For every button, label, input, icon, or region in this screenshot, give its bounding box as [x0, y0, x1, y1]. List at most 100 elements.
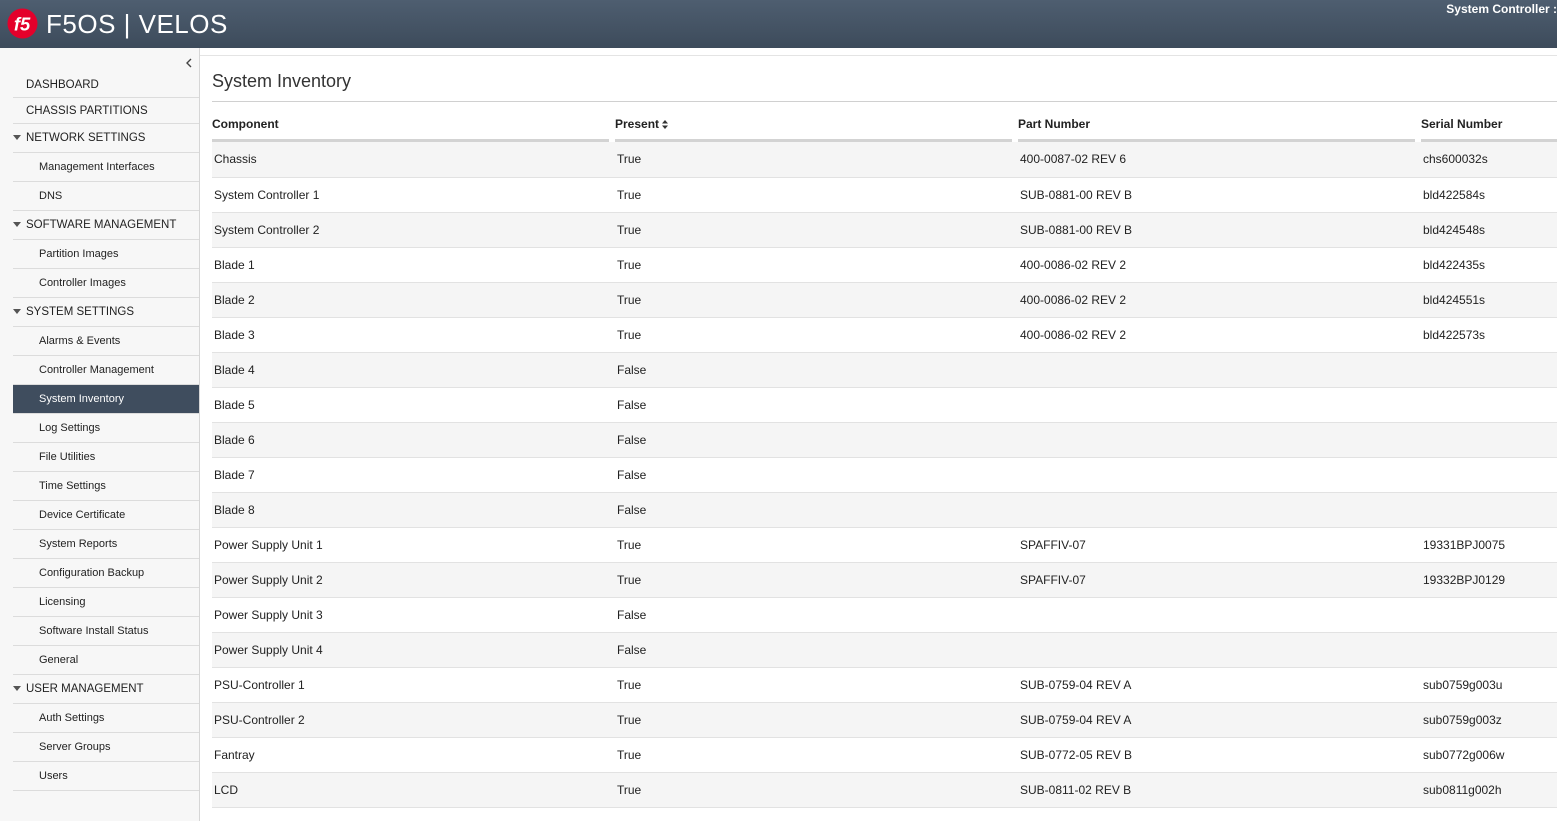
sidebar-item-dashboard[interactable]: DASHBOARD — [13, 72, 199, 98]
caret-down-icon[interactable] — [13, 222, 21, 227]
cell-part-number — [1018, 597, 1421, 633]
cell-part-number — [1018, 632, 1421, 668]
cell-component: PSU-Controller 2 — [212, 702, 615, 738]
sidebar-item-label: DASHBOARD — [26, 79, 99, 91]
cell-component: Blade 4 — [212, 352, 615, 388]
sidebar-item-label: NETWORK SETTINGS — [26, 132, 146, 144]
cell-serial-number: sub0759g003u — [1421, 667, 1557, 703]
sidebar-item-system-reports[interactable]: System Reports — [13, 530, 199, 559]
sidebar-item-controller-management[interactable]: Controller Management — [13, 356, 199, 385]
cell-serial-number: bld422584s — [1421, 177, 1557, 213]
cell-part-number: 400-0086-02 REV 2 — [1018, 282, 1421, 318]
column-header-present[interactable]: Present — [615, 112, 1018, 142]
main-content: System Inventory Component Present Part … — [200, 55, 1557, 821]
cell-present: True — [615, 142, 1018, 178]
cell-present: True — [615, 737, 1018, 773]
cell-present: False — [615, 457, 1018, 493]
sidebar-item-configuration-backup[interactable]: Configuration Backup — [13, 559, 199, 588]
sidebar-nav: DASHBOARD CHASSIS PARTITIONS NETWORK SETTI… — [0, 72, 199, 791]
sidebar-item-dns[interactable]: DNS — [13, 182, 199, 211]
cell-present: True — [615, 317, 1018, 353]
sidebar-item-log-settings[interactable]: Log Settings — [13, 414, 199, 443]
table-row: Power Supply Unit 3 False — [212, 597, 1557, 633]
sidebar-item-controller-images[interactable]: Controller Images — [13, 269, 199, 298]
cell-part-number: SUB-0759-04 REV A — [1018, 702, 1421, 738]
cell-part-number: SUB-0772-05 REV B — [1018, 737, 1421, 773]
sidebar-item-label: Configuration Backup — [39, 567, 145, 579]
cell-present: False — [615, 597, 1018, 633]
cell-serial-number: bld424551s — [1421, 282, 1557, 318]
sidebar-item-chassis-partitions[interactable]: CHASSIS PARTITIONS — [13, 98, 199, 124]
cell-present: False — [615, 352, 1018, 388]
cell-present: True — [615, 177, 1018, 213]
cell-present: False — [615, 632, 1018, 668]
sidebar-item-licensing[interactable]: Licensing — [13, 588, 199, 617]
cell-component: Blade 1 — [212, 247, 615, 283]
sidebar-item-label: Alarms & Events — [39, 335, 121, 347]
cell-serial-number: bld422573s — [1421, 317, 1557, 353]
sidebar-item-server-groups[interactable]: Server Groups — [13, 733, 199, 762]
cell-present: True — [615, 282, 1018, 318]
sidebar-item-alarms-events[interactable]: Alarms & Events — [13, 327, 199, 356]
sidebar-item-file-utilities[interactable]: File Utilities — [13, 443, 199, 472]
sidebar-item-management-interfaces[interactable]: Management Interfaces — [13, 153, 199, 182]
cell-serial-number — [1421, 352, 1557, 388]
cell-component: Blade 5 — [212, 387, 615, 423]
cell-present: True — [615, 667, 1018, 703]
table-row: Power Supply Unit 2 True SPAFFIV-07 19332BP… — [212, 562, 1557, 598]
sidebar-item-user-management[interactable]: USER MANAGEMENT — [13, 675, 199, 704]
table-row: Blade 2 True 400-0086-02 REV 2 bld424551s — [212, 282, 1557, 318]
sidebar-item-software-install-status[interactable]: Software Install Status — [13, 617, 199, 646]
table-row: Blade 6 False — [212, 422, 1557, 458]
sidebar-item-label: Controller Images — [39, 277, 126, 289]
sidebar-item-device-certificate[interactable]: Device Certificate — [13, 501, 199, 530]
cell-serial-number — [1421, 632, 1557, 668]
sidebar-item-partition-images[interactable]: Partition Images — [13, 240, 199, 269]
cell-part-number: SUB-0881-00 REV B — [1018, 212, 1421, 248]
sidebar-item-label: Time Settings — [39, 480, 106, 492]
sort-icon[interactable] — [662, 120, 669, 130]
caret-down-icon[interactable] — [13, 135, 21, 140]
sidebar-item-network-settings[interactable]: NETWORK SETTINGS — [13, 124, 199, 153]
cell-component: Blade 6 — [212, 422, 615, 458]
table-row: Fantray True SUB-0772-05 REV Bsub0772g006w — [212, 737, 1557, 773]
cell-present: True — [615, 247, 1018, 283]
sidebar-item-label: SYSTEM SETTINGS — [26, 306, 134, 318]
sidebar-item-label: USER MANAGEMENT — [26, 683, 144, 695]
sidebar-item-time-settings[interactable]: Time Settings — [13, 472, 199, 501]
context-label: System Controller : — [1446, 2, 1557, 16]
sidebar-item-system-inventory[interactable]: System Inventory — [13, 385, 199, 414]
sidebar-item-users[interactable]: Users — [13, 762, 199, 791]
sidebar-item-label: SOFTWARE MANAGEMENT — [26, 219, 177, 231]
cell-component: System Controller 1 — [212, 177, 615, 213]
sidebar-item-label: DNS — [39, 190, 63, 202]
sidebar-item-label: Auth Settings — [39, 712, 105, 724]
svg-text:f5: f5 — [14, 13, 31, 34]
sidebar-item-general[interactable]: General — [13, 646, 199, 675]
sidebar-item-system-settings[interactable]: SYSTEM SETTINGS — [13, 298, 199, 327]
cell-serial-number: chs600032s — [1421, 142, 1557, 178]
sidebar-item-label: Software Install Status — [39, 625, 149, 637]
sidebar-item-label: Partition Images — [39, 248, 119, 260]
inventory-table: Component Present Part Number Serial Num… — [212, 112, 1557, 808]
sidebar-item-label: Management Interfaces — [39, 161, 155, 173]
cell-present: False — [615, 422, 1018, 458]
cell-present: True — [615, 527, 1018, 563]
cell-component: Blade 7 — [212, 457, 615, 493]
sidebar-item-software-management[interactable]: SOFTWARE MANAGEMENT — [13, 211, 199, 240]
cell-present: True — [615, 212, 1018, 248]
cell-part-number: 400-0086-02 REV 2 — [1018, 247, 1421, 283]
sidebar-item-label: Licensing — [39, 596, 86, 608]
table-row: Blade 4 False — [212, 352, 1557, 388]
caret-down-icon[interactable] — [13, 686, 21, 691]
cell-serial-number — [1421, 422, 1557, 458]
chevron-left-icon[interactable] — [183, 56, 195, 70]
f5-logo-icon[interactable]: f5 — [7, 8, 38, 39]
caret-down-icon[interactable] — [13, 309, 21, 314]
cell-component: Blade 8 — [212, 492, 615, 528]
sidebar: DASHBOARD CHASSIS PARTITIONS NETWORK SETTI… — [0, 48, 200, 821]
cell-component: Power Supply Unit 2 — [212, 562, 615, 598]
sidebar-item-auth-settings[interactable]: Auth Settings — [13, 704, 199, 733]
table-row: Power Supply Unit 4 False — [212, 632, 1557, 668]
table-row: System Controller 1 True SUB-0881-00 REV B… — [212, 177, 1557, 213]
